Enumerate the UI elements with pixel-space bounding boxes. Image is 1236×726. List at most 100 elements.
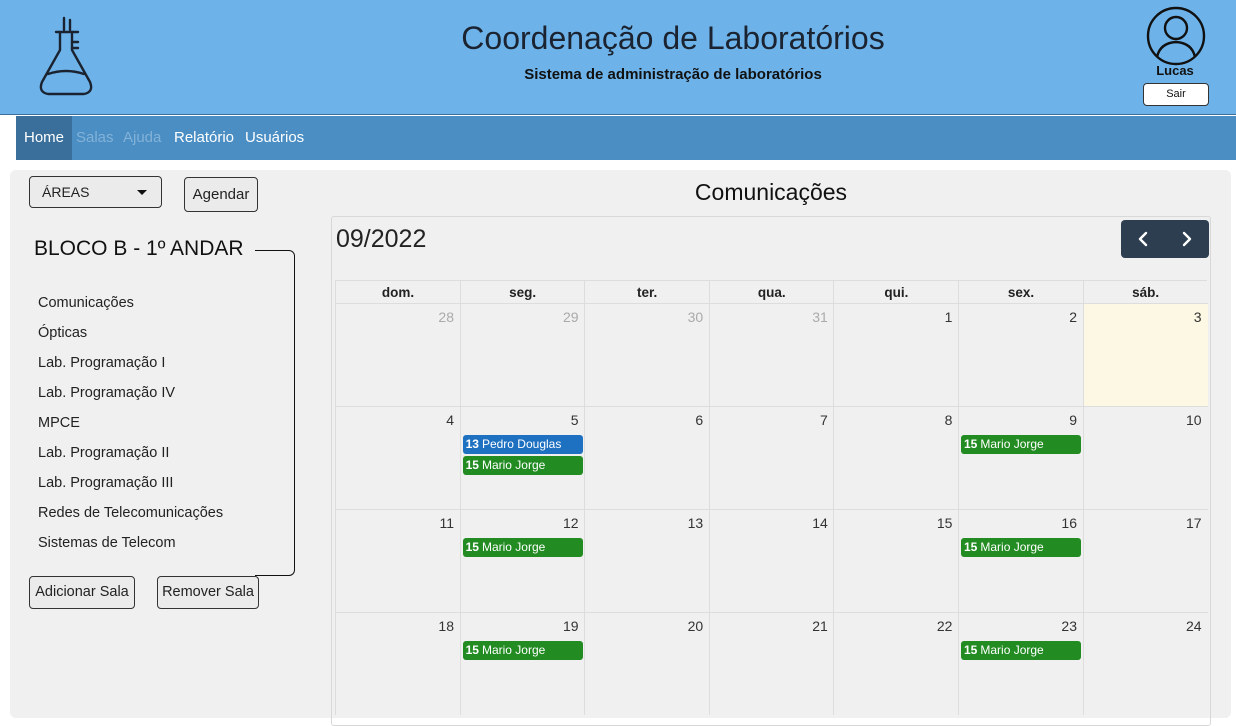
block-title: BLOCO B - 1º ANDAR xyxy=(34,237,244,260)
day-number: 14 xyxy=(812,515,828,531)
day-number: 28 xyxy=(438,309,454,325)
weekday-label: seg. xyxy=(459,281,585,304)
calendar-day-cell[interactable]: 10 xyxy=(1082,406,1208,509)
calendar-day-cell[interactable]: 9 15 Mario Jorge xyxy=(958,406,1083,509)
user-name: Lucas xyxy=(1156,63,1194,78)
room-item[interactable]: Lab. Programação IV xyxy=(38,380,223,410)
room-item[interactable]: Lab. Programação II xyxy=(38,440,223,470)
calendar-day-cell[interactable]: 29 xyxy=(459,303,585,406)
day-number: 21 xyxy=(812,618,828,634)
calendar-day-cell[interactable]: 11 xyxy=(335,509,460,612)
logout-button[interactable]: Sair xyxy=(1143,83,1209,106)
app-header: Coordenação de Laboratórios Sistema de a… xyxy=(0,0,1236,115)
room-list: Comunicações Ópticas Lab. Programação I … xyxy=(38,290,223,560)
room-item[interactable]: MPCE xyxy=(38,410,223,440)
weekday-label: dom. xyxy=(335,281,460,304)
calendar-day-cell[interactable]: 1 xyxy=(833,303,959,406)
calendar-day-cell[interactable]: 28 xyxy=(335,303,460,406)
calendar-day-cell[interactable]: 30 xyxy=(584,303,710,406)
event-hour: 15 xyxy=(964,643,978,657)
calendar-day-cell[interactable]: 3 xyxy=(1082,303,1208,406)
day-number: 13 xyxy=(687,515,704,531)
nav-home[interactable]: Home xyxy=(16,116,73,160)
calendar-day-cell[interactable]: 17 xyxy=(1082,509,1208,612)
day-number: 7 xyxy=(820,412,828,428)
room-item[interactable]: Sistemas de Telecom xyxy=(38,530,223,560)
day-number: 24 xyxy=(1186,618,1202,634)
caret-down-icon xyxy=(137,190,147,195)
calendar-day-cell[interactable]: 13 xyxy=(584,509,710,612)
calendar-event[interactable]: 15 Mario Jorge xyxy=(961,538,1081,557)
event-title: Mario Jorge xyxy=(481,458,546,472)
room-item[interactable]: Lab. Programação I xyxy=(38,350,223,380)
room-item[interactable]: Redes de Telecomunicações xyxy=(38,500,223,530)
calendar-day-cell[interactable]: 31 xyxy=(708,303,834,406)
main-content: ÁREAS Agendar BLOCO B - 1º ANDAR Comunic… xyxy=(10,170,1231,726)
calendar-day-cell[interactable]: 15 xyxy=(833,509,959,612)
day-number: 31 xyxy=(812,309,828,325)
day-number: 29 xyxy=(563,309,579,325)
calendar-day-cell[interactable]: 7 xyxy=(708,406,834,509)
calendar-day-cell[interactable]: 19 15 Mario Jorge xyxy=(459,612,585,715)
calendar-day-cell[interactable]: 5 13 Pedro Douglas 15 Mario Jorge xyxy=(459,406,585,509)
calendar-event[interactable]: 15 Mario Jorge xyxy=(961,641,1081,660)
chevron-left-icon[interactable] xyxy=(1121,220,1165,258)
calendar-month-label: 09/2022 xyxy=(336,225,427,253)
event-hour: 15 xyxy=(465,540,479,554)
calendar-day-cell[interactable]: 24 xyxy=(1082,612,1208,715)
day-number: 16 xyxy=(1061,515,1077,531)
remove-room-button[interactable]: Remover Sala xyxy=(157,576,259,609)
day-number: 20 xyxy=(687,618,704,634)
calendar-event[interactable]: 15 Mario Jorge xyxy=(462,538,583,557)
day-number: 8 xyxy=(944,412,953,428)
calendar-day-cell[interactable]: 12 15 Mario Jorge xyxy=(459,509,585,612)
day-number: 2 xyxy=(1069,309,1077,325)
calendar-event[interactable]: 15 Mario Jorge xyxy=(961,435,1081,454)
areas-label: ÁREAS xyxy=(42,184,90,200)
calendar-day-cell[interactable]: 18 xyxy=(335,612,460,715)
day-number: 30 xyxy=(687,309,704,325)
weekday-label: ter. xyxy=(584,281,709,304)
room-list-bracket xyxy=(255,250,295,576)
calendar-day-cell[interactable]: 6 xyxy=(584,406,710,509)
room-item[interactable]: Lab. Programação III xyxy=(38,470,223,500)
nav-usuarios[interactable]: Usuários xyxy=(245,116,304,160)
event-title: Mario Jorge xyxy=(481,540,546,554)
areas-dropdown[interactable]: ÁREAS xyxy=(29,176,162,208)
calendar: 09/2022 dom. seg. ter. qua. qui. sex. sáb. 28 2… xyxy=(331,216,1211,726)
day-number: 9 xyxy=(1069,412,1077,428)
calendar-event[interactable]: 13 Pedro Douglas xyxy=(462,435,583,454)
day-number: 10 xyxy=(1186,412,1202,428)
calendar-day-cell[interactable]: 14 xyxy=(708,509,834,612)
nav-relatorio[interactable]: Relatório xyxy=(174,116,234,160)
calendar-day-cell[interactable]: 4 xyxy=(335,406,460,509)
calendar-day-cell[interactable]: 2 xyxy=(958,303,1083,406)
user-avatar-icon[interactable] xyxy=(1144,6,1208,66)
event-title: Pedro Douglas xyxy=(481,437,562,451)
event-title: Mario Jorge xyxy=(980,437,1044,451)
weekday-label: sex. xyxy=(958,281,1083,304)
calendar-day-cell[interactable]: 8 xyxy=(833,406,959,509)
event-hour: 15 xyxy=(964,437,978,451)
room-item[interactable]: Ópticas xyxy=(38,320,223,350)
calendar-day-cell[interactable]: 20 xyxy=(584,612,710,715)
nav-salas[interactable]: Salas xyxy=(76,116,114,160)
calendar-day-cell[interactable]: 22 xyxy=(833,612,959,715)
chevron-right-icon[interactable] xyxy=(1165,220,1209,258)
room-item[interactable]: Comunicações xyxy=(38,290,223,320)
day-number: 4 xyxy=(446,412,454,428)
calendar-event[interactable]: 15 Mario Jorge xyxy=(462,456,583,475)
add-room-button[interactable]: Adicionar Sala xyxy=(29,576,135,609)
calendar-day-cell[interactable]: 23 15 Mario Jorge xyxy=(958,612,1083,715)
calendar-day-cell[interactable]: 16 15 Mario Jorge xyxy=(958,509,1083,612)
calendar-event[interactable]: 15 Mario Jorge xyxy=(462,641,583,660)
weekday-label: qua. xyxy=(708,281,834,304)
calendar-day-cell[interactable]: 21 xyxy=(708,612,834,715)
nav-ajuda[interactable]: Ajuda xyxy=(123,116,161,160)
day-number: 12 xyxy=(563,515,579,531)
day-number: 23 xyxy=(1061,618,1077,634)
day-number: 18 xyxy=(438,618,454,634)
day-number: 1 xyxy=(944,309,953,325)
schedule-button[interactable]: Agendar xyxy=(184,177,258,212)
day-number: 19 xyxy=(563,618,579,634)
